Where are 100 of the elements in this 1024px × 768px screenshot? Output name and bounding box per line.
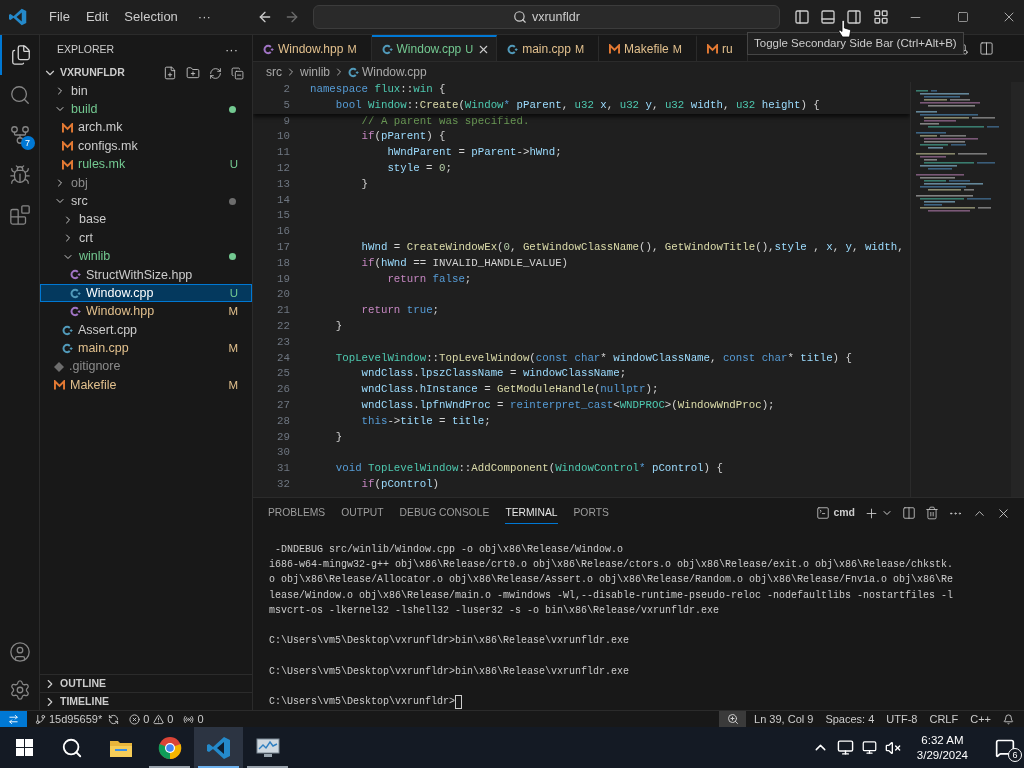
settings-icon[interactable] xyxy=(8,679,31,701)
branch-name[interactable]: 15d95659* xyxy=(49,710,103,728)
account-icon[interactable] xyxy=(8,641,31,663)
search-icon xyxy=(512,10,527,24)
tree-folder[interactable]: base xyxy=(40,210,252,229)
sidebar-title: EXPLORER xyxy=(57,41,115,57)
toggle-sidebar-icon[interactable] xyxy=(793,9,810,25)
remote-icon xyxy=(8,713,19,725)
cursor-position[interactable]: Ln 39, Col 9 xyxy=(754,710,814,728)
tree-entry[interactable]: configs.mk xyxy=(40,137,252,156)
maximize-icon[interactable] xyxy=(956,11,969,23)
tree-entry[interactable]: StructWithSize.hpp xyxy=(40,265,252,284)
line-number: 19 xyxy=(276,271,290,287)
code-line: } xyxy=(334,318,343,334)
code-line: if(pParent) { xyxy=(360,129,446,145)
split-terminal-icon[interactable] xyxy=(902,506,916,520)
panel-tab[interactable]: OUTPUT xyxy=(341,502,384,524)
tree-entry[interactable]: .gitignore xyxy=(40,357,252,376)
editor-tab[interactable]: Makefile M xyxy=(599,35,697,61)
tree-folder[interactable]: bin xyxy=(40,82,252,100)
zoom-icon xyxy=(726,713,739,725)
code-line: bool Window::Create(Window* pParent, u32 x, u32 y, u32 width, u32 height) { xyxy=(334,97,820,113)
folder-header[interactable]: VXRUNFLDR xyxy=(40,64,252,82)
menu-item[interactable]: Edit xyxy=(77,5,117,29)
menu-item[interactable]: Selection xyxy=(116,5,186,29)
tree-entry[interactable]: arch.mk xyxy=(40,118,252,137)
line-number: 11 xyxy=(276,145,290,161)
code-line: wndClass.lpfnWndProc = reinterpret_cast<WNDPROC>(WindowWndProc); xyxy=(360,397,775,413)
layout-icon[interactable] xyxy=(872,9,889,25)
notifications-icon[interactable] xyxy=(1003,713,1014,725)
panel-tab[interactable]: PROBLEMS xyxy=(268,502,326,524)
editor-tab[interactable]: Window.cpp U xyxy=(371,35,498,61)
more-menu[interactable]: ··· xyxy=(189,7,219,27)
display-icon[interactable] xyxy=(836,739,854,756)
tree-entry[interactable]: rules.mk U xyxy=(40,155,252,174)
search-icon xyxy=(8,84,31,106)
line-number: 24 xyxy=(276,350,290,366)
refresh-icon[interactable] xyxy=(209,66,222,80)
pointer-cursor-icon xyxy=(838,20,851,38)
code-line: wndClass.lpszClassName = windowClassName; xyxy=(360,366,627,382)
tree-entry[interactable]: Window.cpp U xyxy=(40,284,252,303)
remote-indicator[interactable] xyxy=(0,711,27,727)
code-line: if(pControl) xyxy=(360,476,440,492)
toggle-secondary-sidebar-icon[interactable] xyxy=(845,9,862,25)
activity-item[interactable]: 7 xyxy=(0,115,40,155)
tree-entry[interactable]: main.cpp M xyxy=(40,339,252,358)
terminal-selector[interactable]: cmd xyxy=(816,505,855,521)
panel-tab[interactable]: PORTS xyxy=(573,502,609,524)
tree-folder[interactable]: crt xyxy=(40,229,252,248)
language-mode[interactable]: C++ xyxy=(970,710,991,728)
tab-label: ru xyxy=(721,41,733,58)
branch-icon xyxy=(35,713,46,725)
more-actions[interactable]: ··· xyxy=(225,39,238,60)
tree-folder[interactable]: obj xyxy=(40,173,252,192)
error-icon xyxy=(129,713,141,725)
entry-name: Window.cpp xyxy=(86,284,155,302)
menu-item[interactable]: File xyxy=(41,5,78,29)
zoom-indicator[interactable] xyxy=(719,711,747,727)
panel-tab[interactable]: TERMINAL xyxy=(505,502,558,524)
error-count[interactable]: 0 xyxy=(143,710,150,728)
editor-tab[interactable]: main.cpp M xyxy=(497,35,600,61)
split-editor-icon[interactable] xyxy=(979,40,994,56)
breadcrumb-item[interactable]: winlib xyxy=(300,63,330,81)
sync-icon[interactable] xyxy=(108,713,120,725)
taskbar-app[interactable] xyxy=(194,727,243,768)
line-ending[interactable]: CRLF xyxy=(929,710,959,728)
collapse-all-icon[interactable] xyxy=(231,66,244,80)
line-number: 18 xyxy=(276,255,290,271)
cpp-file-icon xyxy=(62,342,73,354)
tree-folder[interactable]: winlib xyxy=(40,247,252,266)
section-header[interactable]: OUTLINE xyxy=(40,674,252,692)
ports-icon xyxy=(183,713,195,725)
breadcrumb-item[interactable]: Window.cpp xyxy=(362,63,427,81)
breadcrumb-item[interactable]: src xyxy=(266,63,282,81)
tree-folder[interactable]: build xyxy=(40,100,252,119)
tree-folder[interactable]: src xyxy=(40,192,252,211)
cpp-file-icon xyxy=(62,324,73,336)
new-file-icon[interactable] xyxy=(163,66,177,80)
encoding[interactable]: UTF-8 xyxy=(886,710,918,728)
clock-time[interactable]: 6:32 AM xyxy=(921,732,964,748)
git-status: U xyxy=(229,156,238,172)
tree-entry[interactable]: Assert.cpp xyxy=(40,321,252,340)
command-center[interactable]: vxrunfldr xyxy=(312,5,780,29)
editor-tab[interactable]: Window.hpp M xyxy=(253,35,372,61)
code-line: void TopLevelWindow::AddComponent(WindowControl* pControl) { xyxy=(334,461,723,477)
indentation[interactable]: Spaces: 4 xyxy=(825,710,875,728)
new-terminal-icon[interactable] xyxy=(864,505,879,521)
new-folder-icon[interactable] xyxy=(186,66,200,80)
tree-entry[interactable]: Window.hpp M xyxy=(40,302,252,321)
entry-name: src xyxy=(71,192,89,210)
line-number: 26 xyxy=(276,382,290,398)
warning-count[interactable]: 0 xyxy=(167,710,174,728)
trash-icon[interactable] xyxy=(925,506,939,520)
panel-tab[interactable]: DEBUG CONSOLE xyxy=(399,502,490,524)
toggle-panel-icon[interactable] xyxy=(819,9,836,25)
speaker-muted-icon[interactable] xyxy=(884,739,901,756)
notifications-icon[interactable] xyxy=(995,737,1015,758)
ports-count[interactable]: 0 xyxy=(197,710,204,728)
tree-entry[interactable]: Makefile M xyxy=(40,376,252,395)
clock-date[interactable]: 3/29/2024 xyxy=(916,747,968,763)
